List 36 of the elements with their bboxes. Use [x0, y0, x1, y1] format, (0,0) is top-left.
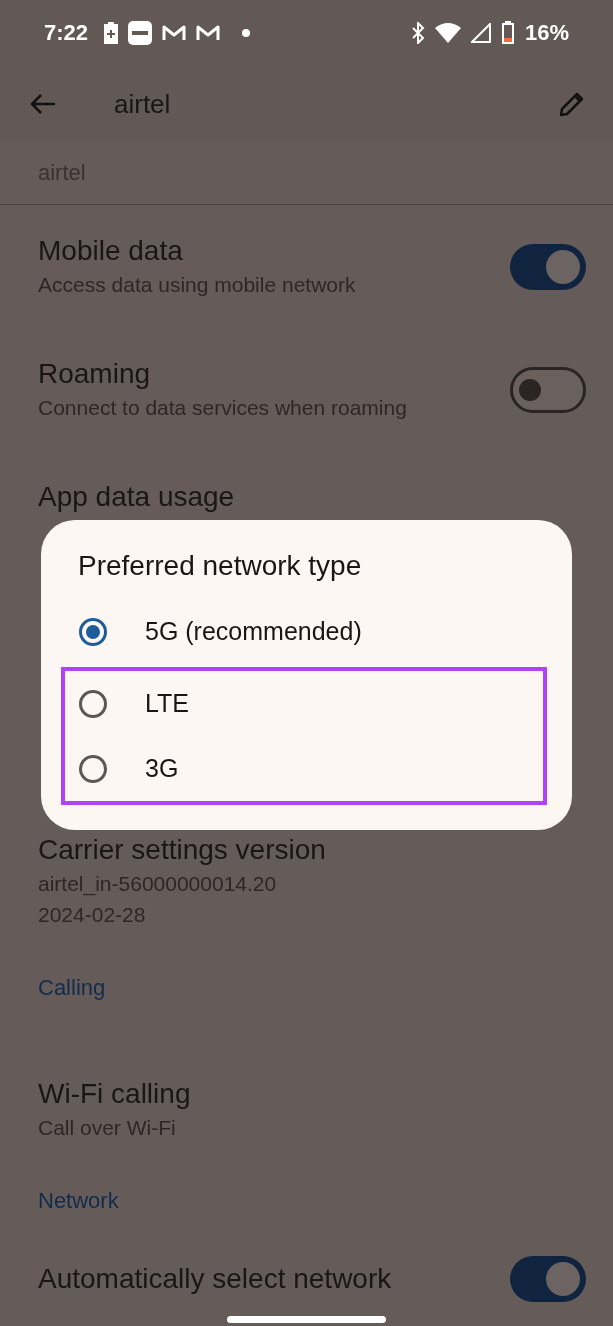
setting-title: Roaming	[38, 357, 152, 391]
radio-option[interactable]: LTE	[65, 671, 543, 736]
battery-icon	[500, 21, 515, 45]
status-time: 7:22	[44, 20, 89, 46]
mail-icon	[196, 24, 221, 42]
toggle-switch[interactable]	[510, 243, 586, 290]
notification-dot-icon	[242, 29, 251, 37]
battery-percent: 16%	[524, 20, 569, 46]
radio-button[interactable]	[79, 689, 107, 718]
app-icon	[128, 21, 153, 45]
signal-icon	[470, 23, 491, 43]
battery-saver-icon	[104, 22, 119, 44]
setting-summary: Call over Wi-Fi	[38, 1115, 177, 1141]
radio-option[interactable]: 5G (recommended)	[61, 596, 548, 667]
dialog-title: Preferred network type	[77, 550, 363, 582]
setting-summary: airtel_in-56000000014.20	[38, 871, 278, 898]
setting-title: App data usage	[38, 480, 236, 514]
back-icon[interactable]	[30, 93, 56, 115]
edit-icon[interactable]	[559, 91, 585, 117]
toggle-switch[interactable]	[510, 366, 586, 413]
section-header: Calling	[37, 974, 107, 1002]
radio-option[interactable]: 3G	[65, 736, 543, 801]
setting-summary: 2024-02-28	[38, 902, 147, 928]
mail-icon	[162, 24, 187, 42]
setting-title: Automatically select network	[38, 1262, 393, 1296]
bluetooth-icon	[410, 22, 425, 44]
toolbar-title: airtel	[114, 88, 172, 120]
toggle-switch[interactable]	[510, 1256, 586, 1302]
setting-title: Mobile data	[38, 234, 184, 268]
radio-button[interactable]	[79, 754, 107, 783]
setting-summary: Connect to data services when roaming	[38, 395, 408, 421]
wifi-icon	[434, 23, 461, 43]
section-header: Network	[37, 1187, 120, 1215]
radio-button[interactable]	[79, 617, 107, 646]
setting-title: Wi-Fi calling	[38, 1077, 192, 1111]
setting-title: Carrier settings version	[38, 833, 327, 867]
